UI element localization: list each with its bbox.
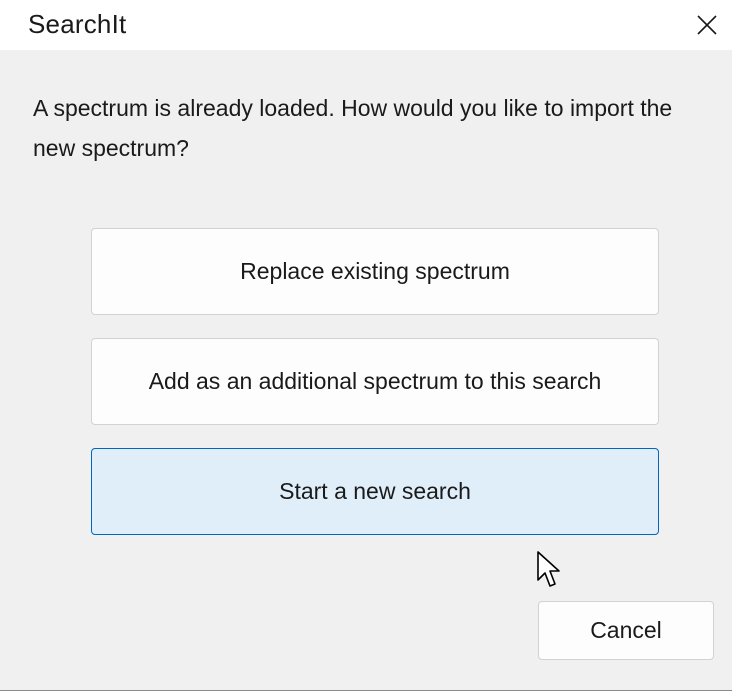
- dialog-body: A spectrum is already loaded. How would …: [0, 50, 732, 690]
- cancel-label: Cancel: [590, 617, 662, 643]
- window-bottom-edge: [0, 690, 732, 698]
- add-spectrum-button[interactable]: Add as an additional spectrum to this se…: [91, 338, 659, 425]
- dialog-window: SearchIt A spectrum is already loaded. H…: [0, 0, 732, 698]
- close-icon: [696, 14, 718, 36]
- cancel-button[interactable]: Cancel: [538, 601, 714, 660]
- window-title: SearchIt: [28, 9, 127, 39]
- new-search-label: Start a new search: [279, 478, 471, 504]
- new-search-button[interactable]: Start a new search: [91, 448, 659, 535]
- dialog-message: A spectrum is already loaded. How would …: [33, 95, 673, 161]
- replace-spectrum-button[interactable]: Replace existing spectrum: [91, 228, 659, 315]
- mouse-pointer-icon: [536, 550, 562, 590]
- close-button[interactable]: [682, 0, 732, 50]
- title-bar: SearchIt: [0, 0, 732, 50]
- replace-spectrum-label: Replace existing spectrum: [240, 258, 510, 284]
- add-spectrum-label: Add as an additional spectrum to this se…: [148, 368, 602, 394]
